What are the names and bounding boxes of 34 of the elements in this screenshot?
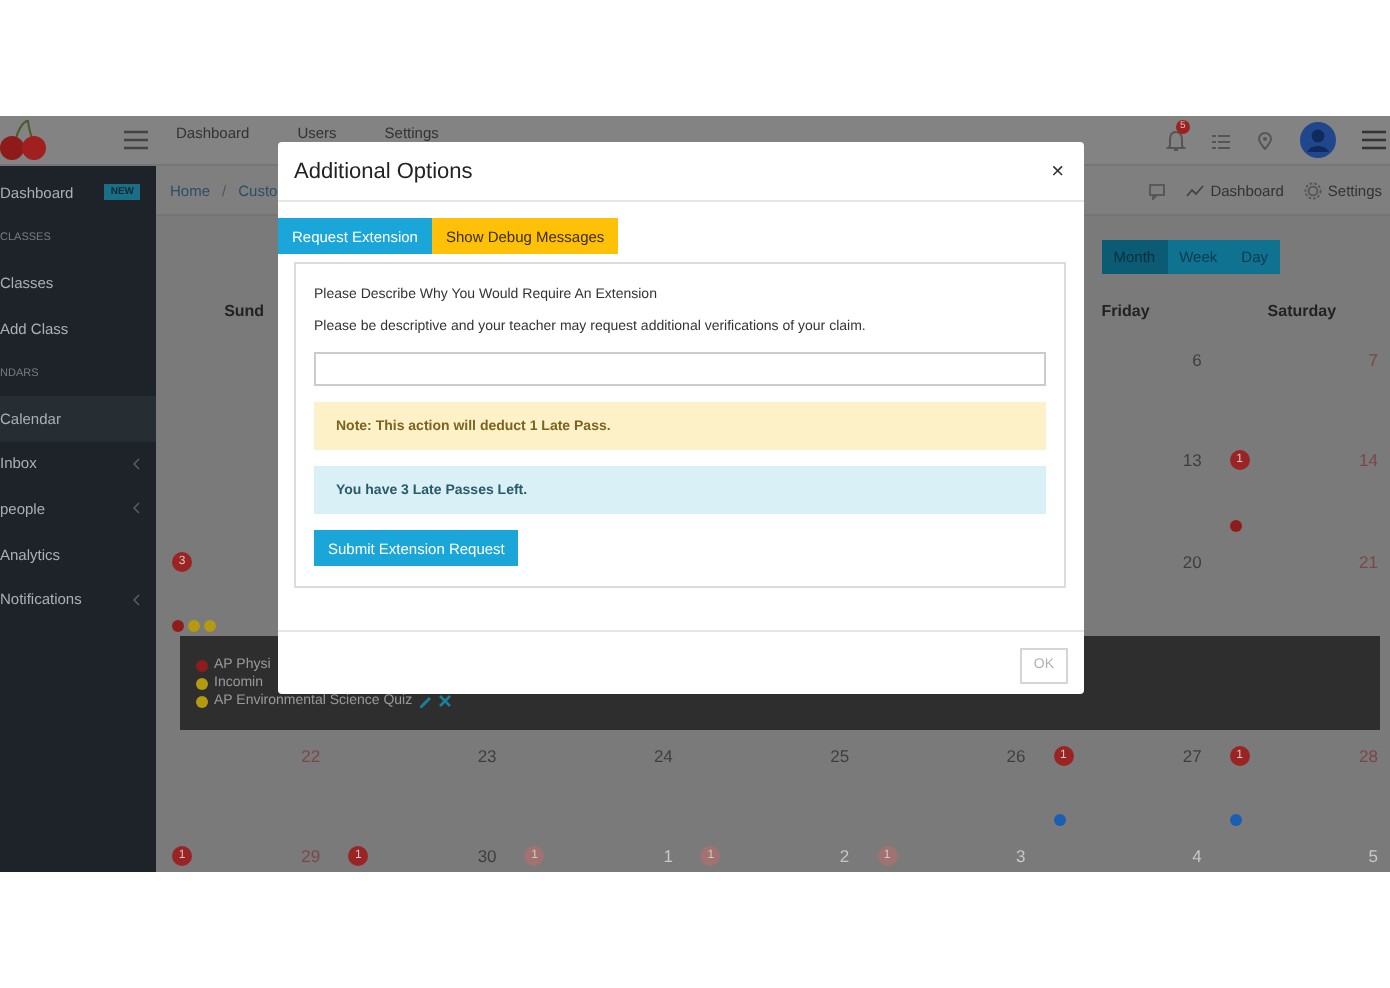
chevron-icon	[132, 457, 140, 470]
day-number: 20	[1182, 552, 1202, 572]
day-number: 2	[839, 846, 850, 866]
day-number: 23	[477, 746, 497, 766]
bell-icon[interactable]	[1166, 129, 1186, 151]
list-icon[interactable]	[1212, 131, 1230, 149]
chevron-icon	[132, 593, 140, 606]
weekday-heading: Saturday	[1265, 301, 1339, 319]
day-number: 3	[1015, 846, 1026, 866]
weekday-heading: Friday	[1099, 301, 1152, 319]
day-number: 4	[1192, 846, 1202, 866]
day-number: 13	[1182, 450, 1202, 470]
day-number: 6	[1192, 350, 1202, 370]
chevron-icon	[132, 502, 140, 515]
weekday-heading: Sund	[222, 301, 267, 319]
close-button[interactable]: ×	[1047, 159, 1068, 183]
cherry-logo[interactable]	[0, 120, 48, 160]
day-number: 24	[653, 746, 673, 766]
chat-icon[interactable]	[1148, 181, 1167, 199]
day-number: 26	[1006, 746, 1026, 766]
user-avatar[interactable]	[1300, 122, 1336, 158]
settings-icon	[1303, 181, 1322, 199]
location-pin-icon[interactable]	[1256, 131, 1274, 149]
dialog-title: Additional Options	[294, 159, 473, 183]
day-number: 30	[477, 846, 497, 866]
delete-icon[interactable]	[438, 694, 453, 708]
day-number: 27	[1182, 746, 1202, 766]
trend-icon	[1186, 181, 1205, 199]
day-number: 25	[830, 746, 850, 766]
day-number: 5	[1368, 846, 1378, 866]
input-field[interactable]	[314, 352, 1046, 386]
menu-icon[interactable]	[124, 130, 148, 150]
menu-icon[interactable]	[1362, 130, 1386, 150]
day-number: 1	[663, 846, 673, 866]
